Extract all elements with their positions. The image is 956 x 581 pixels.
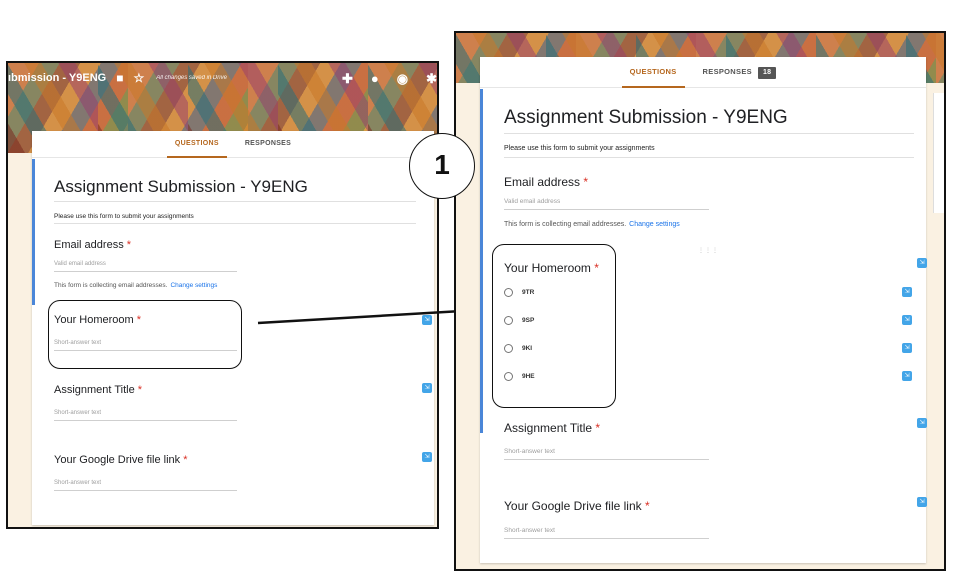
short-answer-placeholder: Short-answer text — [54, 480, 102, 486]
answer-line — [504, 538, 709, 539]
question-type-icon[interactable]: ⇲ — [422, 315, 432, 325]
required-mark: * — [644, 499, 650, 513]
title-divider — [54, 201, 416, 202]
short-answer-placeholder: Short-answer text — [54, 410, 102, 416]
note-text: This form is collecting email addresses. — [504, 221, 627, 228]
tab-questions[interactable]: QUESTIONS — [166, 131, 227, 158]
email-field-line — [504, 209, 709, 210]
top-actions: ✚ ● ◉ ✱ — [342, 71, 437, 87]
required-mark: * — [137, 384, 143, 396]
question-type-icon[interactable]: ⇲ — [917, 497, 927, 507]
question-type-icon[interactable]: ⇲ — [917, 258, 927, 268]
email-label-text: Email address — [504, 175, 581, 189]
required-mark: * — [183, 454, 188, 466]
right-screenshot: QUESTIONS RESPONSES 18 Assignment Submiss… — [454, 31, 946, 571]
email-label-text: Email address — [54, 239, 124, 251]
question-drive-link[interactable]: Your Google Drive file link * — [54, 454, 188, 466]
question-assignment-title[interactable]: Assignment Title * — [504, 421, 600, 435]
preview-icon[interactable]: ◉ — [397, 71, 408, 87]
required-mark: * — [126, 239, 132, 251]
saved-status: All changes saved in Drive — [156, 75, 227, 81]
required-mark: * — [595, 421, 601, 435]
palette-icon[interactable]: ● — [371, 71, 379, 87]
question-label: Your Google Drive file link — [504, 499, 642, 513]
note-text: This form is collecting email addresses. — [54, 282, 168, 289]
email-collection-note: This form is collecting email addresses.… — [504, 221, 680, 228]
form-name[interactable]: ıbmission - Y9ENG — [8, 72, 106, 84]
option-type-icon[interactable]: ⇲ — [902, 287, 912, 297]
active-section-bar — [480, 89, 483, 433]
responses-label: RESPONSES — [702, 67, 752, 76]
form-description[interactable]: Please use this form to submit your assi… — [504, 145, 655, 152]
tab-responses[interactable]: RESPONSES — [245, 131, 291, 157]
option-type-icon[interactable]: ⇲ — [902, 343, 912, 353]
addon-icon[interactable]: ✚ — [342, 71, 353, 87]
tab-bar: QUESTIONS RESPONSES — [32, 131, 434, 158]
option-type-icon[interactable]: ⇲ — [902, 315, 912, 325]
short-answer-placeholder: Short-answer text — [504, 448, 555, 455]
question-assignment-title[interactable]: Assignment Title * — [54, 384, 142, 396]
change-settings-link[interactable]: Change settings — [629, 221, 680, 228]
folder-icon[interactable]: ■ — [116, 71, 123, 85]
star-icon[interactable]: ☆ — [133, 71, 144, 85]
change-settings-link[interactable]: Change settings — [170, 282, 217, 289]
question-drive-link[interactable]: Your Google Drive file link * — [504, 499, 650, 513]
tab-responses[interactable]: RESPONSES 18 — [703, 57, 777, 87]
question-label: Your Google Drive file link — [54, 454, 181, 466]
description-divider — [54, 223, 416, 224]
answer-line — [504, 459, 709, 460]
left-screenshot: ıbmission - Y9ENG ■ ☆ All changes saved … — [6, 61, 439, 529]
form-description[interactable]: Please use this form to submit your assi… — [54, 213, 194, 220]
email-placeholder[interactable]: Valid email address — [504, 198, 560, 205]
email-field-line — [54, 271, 237, 272]
email-placeholder[interactable]: Valid email address — [54, 261, 106, 267]
email-collection-note: This form is collecting email addresses.… — [54, 282, 217, 289]
email-label: Email address * — [54, 239, 131, 251]
question-label: Assignment Title — [54, 384, 135, 396]
answer-line — [54, 420, 237, 421]
question-label: Assignment Title — [504, 421, 593, 435]
tab-questions[interactable]: QUESTIONS — [621, 57, 685, 88]
required-mark: * — [583, 175, 589, 189]
responses-count-badge: 18 — [757, 67, 777, 79]
question-type-icon[interactable]: ⇲ — [422, 383, 432, 393]
highlight-box-right — [492, 244, 616, 408]
active-section-bar — [32, 159, 35, 305]
email-label: Email address * — [504, 175, 588, 189]
question-type-icon[interactable]: ⇲ — [917, 418, 927, 428]
step-number-callout: 1 — [409, 133, 475, 199]
settings-icon[interactable]: ✱ — [426, 71, 437, 87]
side-toolbar — [933, 93, 944, 213]
question-type-icon[interactable]: ⇲ — [422, 452, 432, 462]
option-type-icon[interactable]: ⇲ — [902, 371, 912, 381]
highlight-box-left — [48, 300, 242, 369]
title-divider — [504, 133, 914, 134]
form-title[interactable]: Assignment Submission - Y9ENG — [54, 177, 308, 197]
form-title[interactable]: Assignment Submission - Y9ENG — [504, 107, 788, 129]
tab-bar: QUESTIONS RESPONSES 18 — [480, 57, 926, 88]
drag-handle-icon[interactable]: ⋮⋮⋮ — [698, 247, 719, 254]
answer-line — [54, 490, 237, 491]
short-answer-placeholder: Short-answer text — [504, 527, 555, 534]
description-divider — [504, 157, 914, 158]
top-bar: ıbmission - Y9ENG ■ ☆ All changes saved … — [8, 63, 437, 93]
